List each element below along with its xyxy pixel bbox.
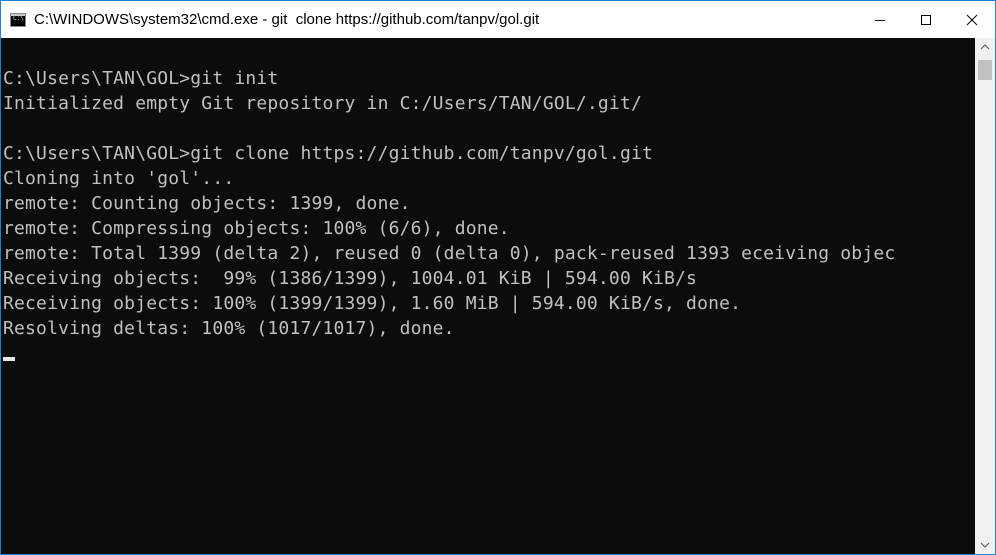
console-line: Resolving deltas: 100% (1017/1017), done… [3, 318, 455, 339]
scroll-up-arrow-icon [980, 44, 990, 50]
scroll-down-button[interactable] [975, 536, 995, 554]
scroll-down-arrow-icon [980, 542, 990, 548]
minimize-button[interactable] [857, 1, 903, 38]
text-cursor [3, 357, 15, 361]
close-button[interactable] [949, 1, 995, 38]
console-line: C:\Users\TAN\GOL>git clone https://githu… [3, 143, 653, 164]
icon-prompt-text: C:\ [13, 14, 24, 22]
scroll-up-button[interactable] [975, 38, 995, 56]
console-line: C:\Users\TAN\GOL>git init [3, 68, 279, 89]
maximize-icon [921, 14, 931, 25]
console-line: Initialized empty Git repository in C:/U… [3, 93, 642, 114]
cmd-icon[interactable]: C:\ [10, 12, 26, 27]
close-icon [966, 14, 978, 25]
console-line: Cloning into 'gol'... [3, 168, 235, 189]
scroll-thumb[interactable] [978, 60, 992, 80]
console-line: remote: Counting objects: 1399, done. [3, 193, 411, 214]
minimize-icon [875, 19, 885, 21]
window-title: C:\WINDOWS\system32\cmd.exe - git clone … [34, 11, 540, 28]
console-text: C:\Users\TAN\GOL>git init Initialized emp… [3, 66, 895, 341]
console-line: remote: Total 1399 (delta 2), reused 0 (… [3, 243, 896, 264]
console-output-area[interactable]: C:\Users\TAN\GOL>git init Initialized emp… [2, 38, 975, 554]
title-bar[interactable]: C:\ C:\WINDOWS\system32\cmd.exe - git cl… [1, 1, 995, 38]
vertical-scrollbar[interactable] [975, 38, 995, 554]
console-line: remote: Compressing objects: 100% (6/6),… [3, 218, 510, 239]
maximize-button[interactable] [903, 1, 949, 38]
console-line: Receiving objects: 99% (1386/1399), 1004… [3, 268, 698, 289]
caption-buttons [857, 1, 995, 38]
cmd-window: C:\ C:\WINDOWS\system32\cmd.exe - git cl… [0, 0, 996, 555]
console-line: Receiving objects: 100% (1399/1399), 1.6… [3, 293, 742, 314]
